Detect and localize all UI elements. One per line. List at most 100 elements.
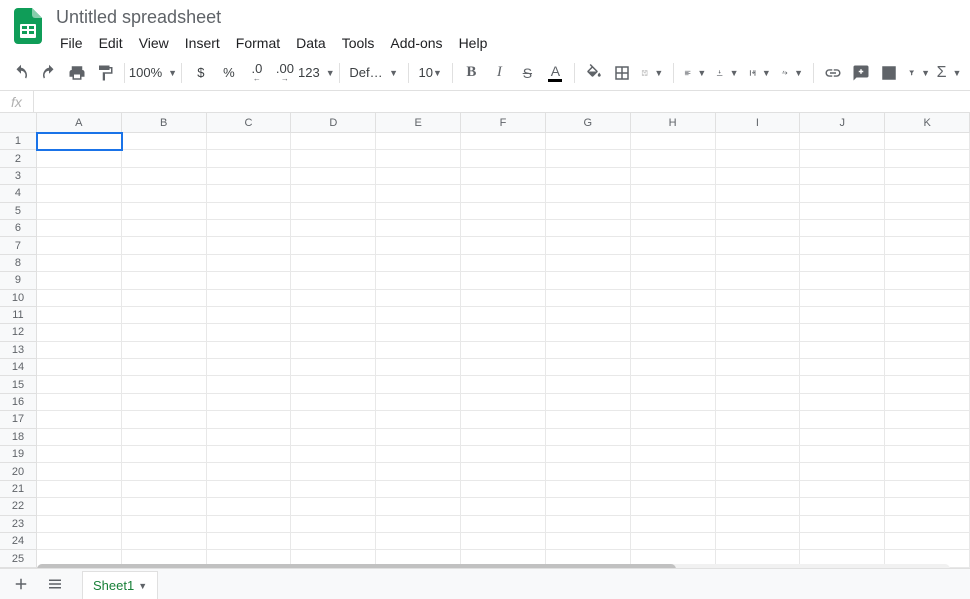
- cell[interactable]: [291, 185, 376, 202]
- menu-view[interactable]: View: [131, 31, 177, 55]
- cell[interactable]: [376, 533, 461, 550]
- row-header[interactable]: 17: [0, 411, 37, 428]
- row-header[interactable]: 14: [0, 359, 37, 376]
- menu-help[interactable]: Help: [451, 31, 496, 55]
- menu-addons[interactable]: Add-ons: [382, 31, 450, 55]
- cell[interactable]: [546, 168, 631, 185]
- row-header[interactable]: 2: [0, 150, 37, 167]
- cell[interactable]: [631, 481, 716, 498]
- col-header[interactable]: C: [207, 113, 292, 132]
- cell[interactable]: [885, 168, 970, 185]
- cell[interactable]: [461, 255, 546, 272]
- col-header[interactable]: E: [376, 113, 461, 132]
- cell[interactable]: [546, 272, 631, 289]
- cell[interactable]: [207, 342, 292, 359]
- cell[interactable]: [122, 133, 207, 150]
- cell[interactable]: [291, 359, 376, 376]
- cell[interactable]: [716, 533, 801, 550]
- cell[interactable]: [546, 516, 631, 533]
- cell[interactable]: [207, 481, 292, 498]
- cell[interactable]: [546, 394, 631, 411]
- cell[interactable]: [631, 203, 716, 220]
- cell[interactable]: [800, 376, 885, 393]
- print-button[interactable]: [64, 60, 90, 86]
- cell[interactable]: [122, 394, 207, 411]
- cell[interactable]: [716, 429, 801, 446]
- cell[interactable]: [37, 376, 122, 393]
- sheets-logo[interactable]: [8, 6, 48, 46]
- cell[interactable]: [546, 376, 631, 393]
- cell[interactable]: [885, 342, 970, 359]
- cell[interactable]: [461, 307, 546, 324]
- cell[interactable]: [716, 498, 801, 515]
- cell[interactable]: [546, 290, 631, 307]
- cell[interactable]: [37, 429, 122, 446]
- cell[interactable]: [800, 498, 885, 515]
- cell[interactable]: [631, 307, 716, 324]
- cell[interactable]: [800, 429, 885, 446]
- cell[interactable]: [885, 394, 970, 411]
- col-header[interactable]: H: [631, 113, 716, 132]
- cell[interactable]: [546, 481, 631, 498]
- cell[interactable]: [122, 220, 207, 237]
- cell[interactable]: [37, 237, 122, 254]
- cell[interactable]: [716, 220, 801, 237]
- cell[interactable]: [207, 168, 292, 185]
- cell[interactable]: [376, 516, 461, 533]
- row-header[interactable]: 10: [0, 290, 37, 307]
- cell[interactable]: [122, 272, 207, 289]
- format-percent-button[interactable]: %: [216, 60, 242, 86]
- cell[interactable]: [291, 516, 376, 533]
- increase-decimal-button[interactable]: .00→: [272, 60, 298, 86]
- cell[interactable]: [37, 220, 122, 237]
- cell[interactable]: [291, 394, 376, 411]
- row-header[interactable]: 25: [0, 550, 37, 567]
- cell[interactable]: [461, 376, 546, 393]
- cell[interactable]: [122, 359, 207, 376]
- cell[interactable]: [885, 516, 970, 533]
- cell[interactable]: [122, 290, 207, 307]
- fx-icon[interactable]: fx: [0, 91, 34, 112]
- col-header[interactable]: K: [885, 113, 970, 132]
- row-header[interactable]: 4: [0, 185, 37, 202]
- formula-input[interactable]: [34, 91, 970, 112]
- cell[interactable]: [885, 498, 970, 515]
- vertical-align-button[interactable]: ▼: [712, 60, 742, 86]
- row-header[interactable]: 22: [0, 498, 37, 515]
- cell[interactable]: [461, 220, 546, 237]
- menu-insert[interactable]: Insert: [177, 31, 228, 55]
- cell[interactable]: [631, 324, 716, 341]
- cell[interactable]: [207, 376, 292, 393]
- cell[interactable]: [37, 481, 122, 498]
- cell[interactable]: [800, 516, 885, 533]
- cell[interactable]: [800, 133, 885, 150]
- cell[interactable]: [291, 307, 376, 324]
- cell[interactable]: [291, 168, 376, 185]
- cell[interactable]: [376, 255, 461, 272]
- cell[interactable]: [885, 307, 970, 324]
- cell[interactable]: [885, 376, 970, 393]
- cell[interactable]: [37, 185, 122, 202]
- cell[interactable]: [631, 133, 716, 150]
- menu-format[interactable]: Format: [228, 31, 288, 55]
- cell[interactable]: [291, 533, 376, 550]
- cell[interactable]: [207, 133, 292, 150]
- cell[interactable]: [631, 516, 716, 533]
- cell[interactable]: [716, 516, 801, 533]
- row-header[interactable]: 21: [0, 481, 37, 498]
- row-header[interactable]: 24: [0, 533, 37, 550]
- cell[interactable]: [207, 290, 292, 307]
- col-header[interactable]: J: [800, 113, 885, 132]
- cell[interactable]: [546, 150, 631, 167]
- cell[interactable]: [885, 133, 970, 150]
- cell[interactable]: [716, 394, 801, 411]
- cell[interactable]: [376, 272, 461, 289]
- cell[interactable]: [291, 429, 376, 446]
- col-header[interactable]: F: [461, 113, 546, 132]
- row-header[interactable]: 23: [0, 516, 37, 533]
- cell[interactable]: [716, 185, 801, 202]
- cell[interactable]: [800, 411, 885, 428]
- cell[interactable]: [631, 255, 716, 272]
- cell[interactable]: [631, 394, 716, 411]
- fill-color-button[interactable]: [581, 60, 607, 86]
